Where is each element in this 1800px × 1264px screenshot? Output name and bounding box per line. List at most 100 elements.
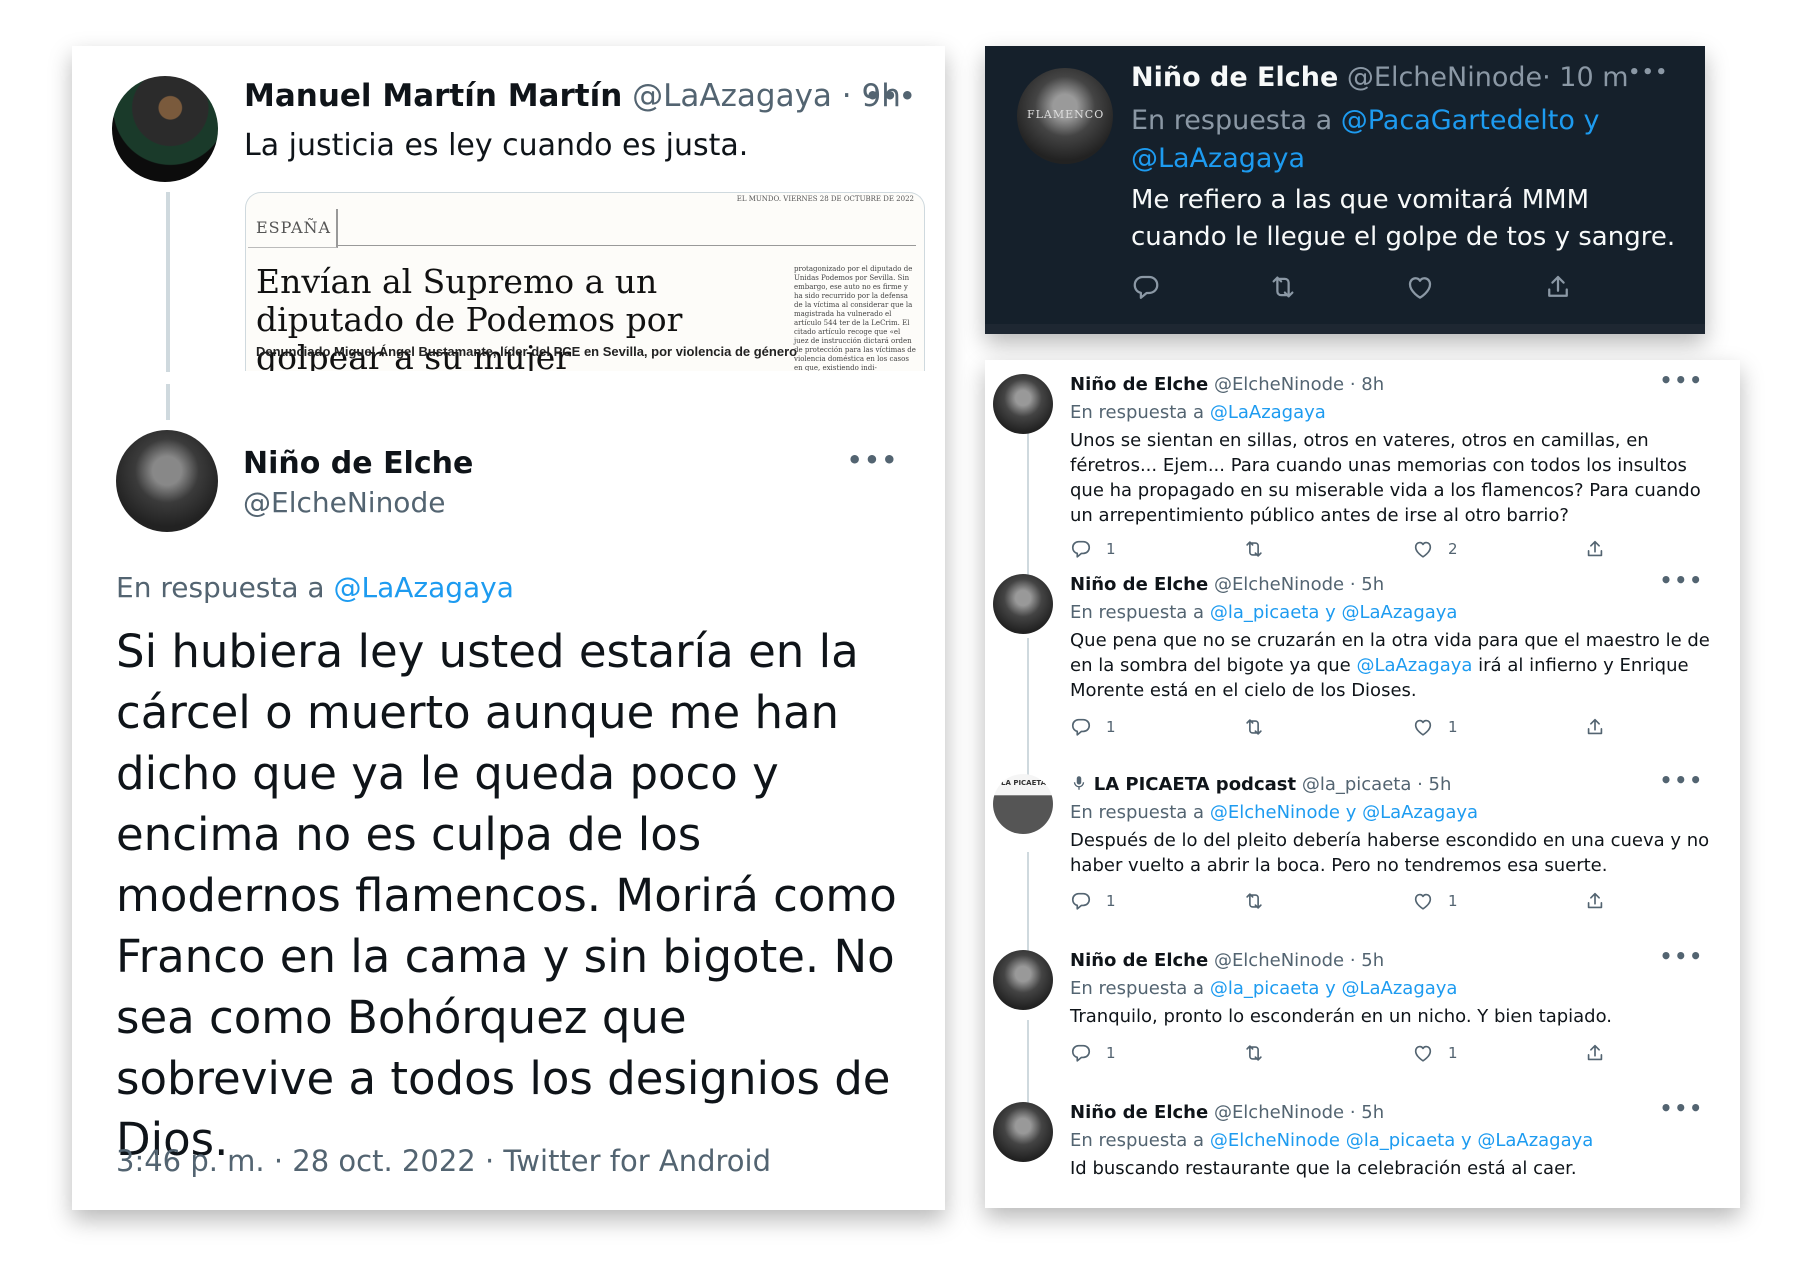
tweet1-more-button[interactable]: ••• (865, 82, 917, 110)
more-button[interactable]: ••• (1660, 944, 1704, 968)
dark-actions (1131, 272, 1591, 312)
reply-text: Tranquilo, pronto lo esconderán en un ni… (1070, 1006, 1613, 1027)
reply-tweet-header: Niño de Elche @ElcheNinode · 5h (1070, 574, 1384, 595)
author-handle[interactable]: @ElcheNinode (1214, 1102, 1344, 1123)
more-button[interactable]: ••• (1660, 768, 1704, 792)
reply-context: En respuesta a @ElcheNinode y @LaAzagaya (1070, 802, 1478, 823)
reply-count: 1 (1106, 540, 1116, 558)
author-name[interactable]: Niño de Elche (1070, 574, 1208, 595)
reply-prefix: En respuesta a (116, 571, 325, 604)
reply-tweet: Niño de Elche @ElcheNinode · 5h ••• En r… (985, 568, 1740, 744)
reply-count: 1 (1106, 892, 1116, 910)
dark-tweet-text: Me refiero a las que vomitará MMM cuando… (1131, 185, 1676, 252)
author-name[interactable]: Niño de Elche (1070, 950, 1208, 971)
author-name[interactable]: Niño de Elche (1070, 374, 1208, 395)
reply-action[interactable]: 1 (1070, 890, 1116, 912)
reply-tweet-header: Niño de Elche @ElcheNinode · 8h (1070, 374, 1384, 395)
tweet2-more-button[interactable]: ••• (847, 446, 899, 474)
author-handle[interactable]: @la_picaeta (1302, 774, 1412, 795)
like-action[interactable]: 1 (1412, 1042, 1458, 1064)
dark-more-button[interactable]: ••• (1628, 62, 1669, 83)
dark-bottom-bar (985, 324, 1705, 334)
retweet-action[interactable] (1242, 1042, 1266, 1064)
reply-mention[interactable]: @ElcheNinode y @LaAzagaya (1210, 802, 1478, 823)
dark-reply-mention-1[interactable]: @PacaGartedelto y (1341, 105, 1600, 136)
reply-thread-card: Niño de Elche @ElcheNinode · 8h ••• En r… (985, 360, 1740, 1208)
like-icon[interactable] (1405, 272, 1435, 302)
share-icon (1584, 538, 1606, 560)
avatar-nino-de-elche[interactable] (993, 950, 1053, 1010)
reply-mention[interactable]: @LaAzagaya (1210, 402, 1326, 423)
reply-action[interactable]: 1 (1070, 538, 1116, 560)
reply-action[interactable]: 1 (1070, 1042, 1116, 1064)
share-action[interactable] (1584, 716, 1606, 738)
retweet-action[interactable] (1242, 716, 1266, 738)
share-icon (1584, 890, 1606, 912)
avatar-la-picaeta[interactable]: LA PICAETA (993, 774, 1053, 834)
reply-prefix: En respuesta a (1070, 602, 1205, 623)
reply-mention[interactable]: @ElcheNinode @la_picaeta y @LaAzagaya (1210, 1130, 1594, 1151)
tweet1-handle[interactable]: @LaAzagaya (632, 78, 832, 114)
author-handle[interactable]: @ElcheNinode (1214, 950, 1344, 971)
reply-tweet-header: Niño de Elche @ElcheNinode · 5h (1070, 1102, 1384, 1123)
avatar-nino-de-elche[interactable] (993, 374, 1053, 434)
like-action[interactable]: 1 (1412, 716, 1458, 738)
newspaper-topline: EL MUNDO. VIERNES 28 DE OCTUBRE DE 2022 (736, 195, 914, 203)
avatar-nino-de-elche-dark[interactable]: FLAMENCO (1017, 68, 1113, 164)
retweet-icon (1242, 1042, 1266, 1064)
reply-prefix: En respuesta a (1070, 978, 1205, 999)
tweet2-timestamp[interactable]: 3:46 p. m. · 28 oct. 2022 · Twitter for … (116, 1144, 771, 1178)
reply-tweet-header: LA PICAETA podcast @la_picaeta · 5h (1070, 774, 1451, 795)
like-action[interactable]: 1 (1412, 890, 1458, 912)
author-handle[interactable]: @ElcheNinode (1214, 574, 1344, 595)
like-count: 1 (1448, 718, 1458, 736)
dark-reply-prefix: En respuesta a (1131, 105, 1333, 136)
reply-text: Unos se sientan en sillas, otros en vate… (1070, 430, 1701, 526)
avatar-manuel[interactable] (112, 76, 218, 182)
tweet2-author-name[interactable]: Niño de Elche (243, 446, 473, 481)
newspaper-image[interactable]: EL MUNDO. VIERNES 28 DE OCTUBRE DE 2022 … (245, 192, 925, 371)
dark-handle[interactable]: @ElcheNinode (1347, 62, 1542, 93)
like-action[interactable]: 2 (1412, 538, 1458, 560)
author-name[interactable]: LA PICAETA podcast (1094, 774, 1296, 795)
tweet-time: · 5h (1349, 950, 1385, 971)
reply-mention[interactable]: @LaAzagaya (333, 571, 513, 604)
share-icon[interactable] (1543, 272, 1573, 302)
avatar-nino-de-elche[interactable] (993, 1102, 1053, 1162)
more-button[interactable]: ••• (1660, 568, 1704, 592)
reply-mention[interactable]: @la_picaeta y @LaAzagaya (1210, 602, 1458, 623)
reply-mention[interactable]: @la_picaeta y @LaAzagaya (1210, 978, 1458, 999)
newspaper-column: protagonizado por el diputado de Unidas … (794, 265, 916, 371)
share-icon (1584, 716, 1606, 738)
share-action[interactable] (1584, 890, 1606, 912)
reply-actions: 1 1 (1070, 890, 1630, 920)
retweet-icon[interactable] (1267, 272, 1299, 302)
tweet1-text: La justicia es ley cuando es justa. (244, 128, 749, 163)
dark-time: · 10 m (1542, 62, 1629, 93)
avatar-nino-de-elche[interactable] (116, 430, 218, 532)
dark-reply-mention-2[interactable]: @LaAzagaya (1131, 143, 1305, 174)
share-action[interactable] (1584, 1042, 1606, 1064)
retweet-action[interactable] (1242, 890, 1266, 912)
tweet-time: · 5h (1349, 574, 1385, 595)
avatar-label: LA PICAETA (1001, 779, 1047, 787)
tweet2-handle[interactable]: @ElcheNinode (243, 486, 445, 519)
reply-icon[interactable] (1131, 272, 1161, 302)
retweet-action[interactable] (1242, 538, 1266, 560)
share-action[interactable] (1584, 538, 1606, 560)
left-tweet-card: Manuel Martín Martín @LaAzagaya · 9h •••… (72, 46, 945, 1210)
reply-actions: 1 2 (1070, 538, 1630, 568)
reply-icon (1070, 538, 1092, 560)
inline-mention[interactable]: @LaAzagaya (1356, 655, 1472, 676)
avatar-nino-de-elche[interactable] (993, 574, 1053, 634)
more-button[interactable]: ••• (1660, 1096, 1704, 1120)
like-count: 2 (1448, 540, 1458, 558)
more-button[interactable]: ••• (1660, 368, 1704, 392)
tweet1-author-name[interactable]: Manuel Martín Martín (244, 78, 622, 114)
author-name[interactable]: Niño de Elche (1070, 1102, 1208, 1123)
reply-action[interactable]: 1 (1070, 716, 1116, 738)
like-icon (1412, 890, 1434, 912)
reply-tweet: LA PICAETA LA PICAETA podcast @la_picaet… (985, 768, 1740, 924)
dark-author-name[interactable]: Niño de Elche (1131, 62, 1338, 93)
author-handle[interactable]: @ElcheNinode (1214, 374, 1344, 395)
